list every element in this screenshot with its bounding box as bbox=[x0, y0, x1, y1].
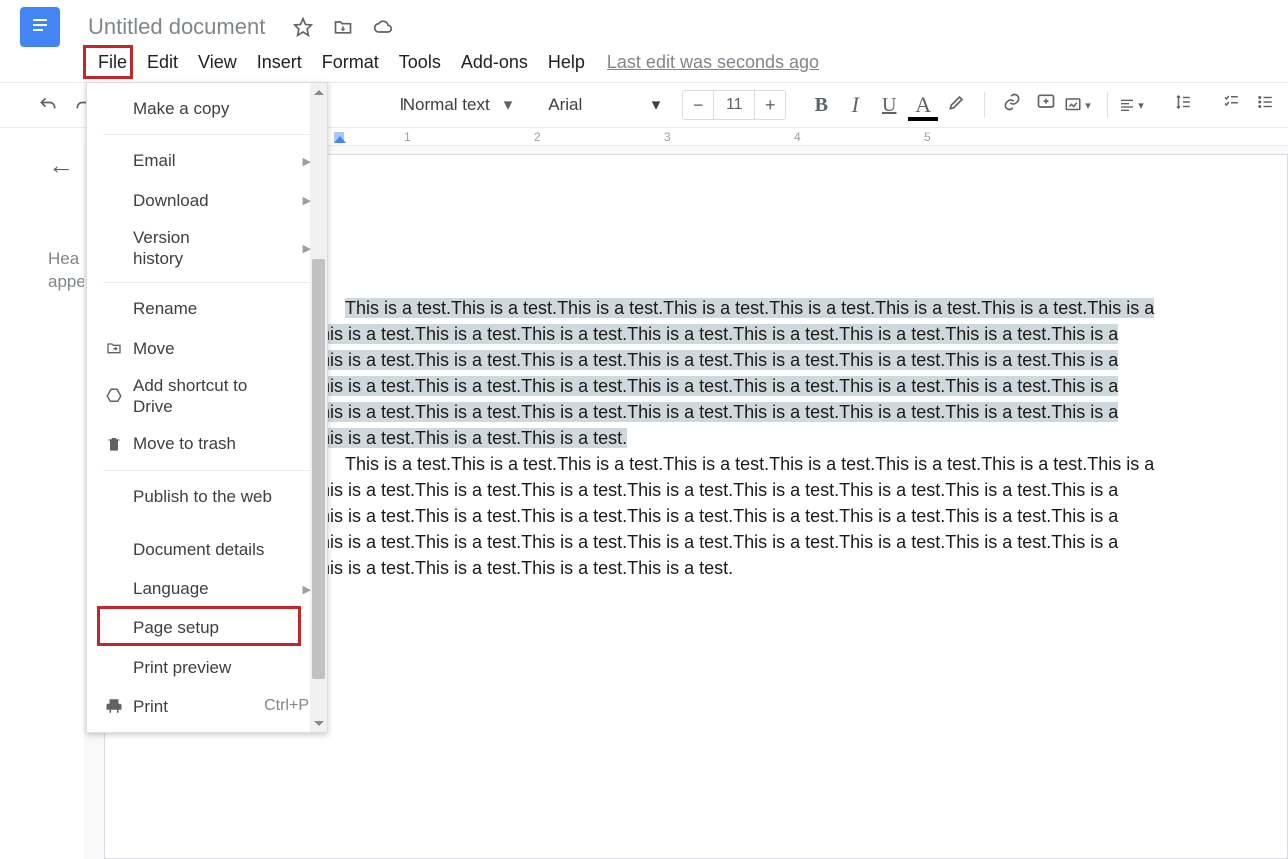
shortcut-label: Ctrl+P bbox=[264, 696, 309, 716]
menu-format[interactable]: Format bbox=[312, 48, 389, 77]
submenu-arrow-icon: ▸ bbox=[302, 150, 311, 171]
ruler-mark: 2 bbox=[534, 130, 541, 144]
menu-print[interactable]: Print Ctrl+P bbox=[87, 687, 327, 726]
drive-shortcut-icon bbox=[103, 387, 125, 405]
menu-separator bbox=[103, 134, 311, 135]
document-title[interactable]: Untitled document bbox=[88, 14, 265, 40]
menu-separator bbox=[103, 282, 311, 283]
submenu-arrow-icon: ▸ bbox=[302, 237, 311, 258]
menu-move-to-trash[interactable]: Move to trash bbox=[87, 424, 327, 463]
line-spacing-button[interactable] bbox=[1166, 93, 1200, 117]
decrease-font-size-button[interactable]: − bbox=[683, 91, 713, 119]
menu-publish-to-web[interactable]: Publish to the web bbox=[87, 477, 327, 516]
last-edit-link[interactable]: Last edit was seconds ago bbox=[607, 52, 819, 73]
menu-help[interactable]: Help bbox=[538, 48, 595, 77]
undo-icon[interactable] bbox=[31, 88, 65, 122]
highlight-color-button[interactable] bbox=[940, 92, 974, 118]
menu-make-a-copy[interactable]: Make a copy bbox=[87, 89, 327, 128]
ruler-mark: 3 bbox=[664, 130, 671, 144]
move-icon bbox=[103, 340, 125, 356]
hanging-indent-marker[interactable] bbox=[334, 136, 346, 143]
font-size-value[interactable]: 11 bbox=[713, 91, 755, 119]
outline-sidebar: ← Heaappe bbox=[0, 128, 84, 859]
checklist-button[interactable] bbox=[1214, 93, 1248, 117]
menu-add-shortcut-to-drive[interactable]: Add shortcut to Drive bbox=[87, 368, 327, 425]
bold-button[interactable]: B bbox=[804, 94, 838, 117]
menu-insert[interactable]: Insert bbox=[247, 48, 312, 77]
increase-font-size-button[interactable]: + bbox=[755, 91, 785, 119]
menu-page-setup[interactable]: Page setup bbox=[87, 608, 327, 647]
menu-bar: File Edit View Insert Format Tools Add-o… bbox=[0, 48, 1288, 82]
print-icon bbox=[103, 697, 125, 715]
ruler-mark: 5 bbox=[924, 130, 931, 144]
underline-button[interactable]: U bbox=[872, 94, 906, 117]
text-color-button[interactable]: A bbox=[906, 92, 940, 118]
toolbar-separator bbox=[984, 92, 985, 118]
menu-print-preview[interactable]: Print preview bbox=[87, 648, 327, 687]
chevron-down-icon: ▾ bbox=[652, 95, 661, 115]
toolbar-separator bbox=[1107, 92, 1108, 118]
font-family-dropdown[interactable]: Arial ▾ bbox=[536, 90, 666, 120]
star-icon[interactable] bbox=[289, 13, 317, 41]
title-bar: Untitled document bbox=[0, 0, 1288, 48]
bulleted-list-button[interactable] bbox=[1248, 93, 1282, 117]
menu-version-history[interactable]: Version history▸ bbox=[87, 220, 327, 277]
menu-download[interactable]: Download▸ bbox=[87, 181, 327, 220]
menu-file[interactable]: File bbox=[88, 48, 137, 77]
trash-icon bbox=[103, 435, 125, 453]
menu-addons[interactable]: Add-ons bbox=[451, 48, 538, 77]
paragraph-1[interactable]: This is a test.This is a test.This is a … bbox=[275, 295, 1175, 451]
submenu-arrow-icon: ▸ bbox=[302, 578, 311, 599]
menu-separator bbox=[103, 470, 311, 471]
font-size-group: − 11 + bbox=[682, 90, 786, 120]
ruler-mark: 1 bbox=[404, 130, 411, 144]
menu-document-details[interactable]: Document details bbox=[87, 530, 327, 569]
file-menu-dropdown: Make a copy Email▸ Download▸ Version his… bbox=[86, 82, 328, 733]
menu-edit[interactable]: Edit bbox=[137, 48, 188, 77]
insert-image-button[interactable]: ▾ bbox=[1063, 96, 1097, 114]
align-button[interactable]: ▾ bbox=[1118, 97, 1152, 113]
paragraph-2[interactable]: This is a test.This is a test.This is a … bbox=[275, 451, 1175, 581]
italic-button[interactable]: I bbox=[838, 92, 872, 118]
menu-rename[interactable]: Rename bbox=[87, 289, 327, 328]
chevron-down-icon: ▾ bbox=[504, 95, 513, 115]
menu-view[interactable]: View bbox=[188, 48, 247, 77]
outline-collapse-icon[interactable]: ← bbox=[0, 150, 84, 181]
menu-tools[interactable]: Tools bbox=[389, 48, 451, 77]
insert-link-button[interactable] bbox=[995, 92, 1029, 118]
move-folder-icon[interactable] bbox=[329, 13, 357, 41]
menu-email[interactable]: Email▸ bbox=[87, 141, 327, 180]
add-comment-button[interactable] bbox=[1029, 92, 1063, 118]
docs-logo-icon[interactable] bbox=[20, 7, 60, 47]
menu-move[interactable]: Move bbox=[87, 329, 327, 368]
menu-language[interactable]: Language▸ bbox=[87, 569, 327, 608]
paragraph-style-dropdown[interactable]: lNormal text ▾ bbox=[402, 90, 518, 120]
submenu-arrow-icon: ▸ bbox=[302, 190, 311, 211]
ruler-mark: 4 bbox=[794, 130, 801, 144]
cloud-status-icon[interactable] bbox=[369, 13, 397, 41]
